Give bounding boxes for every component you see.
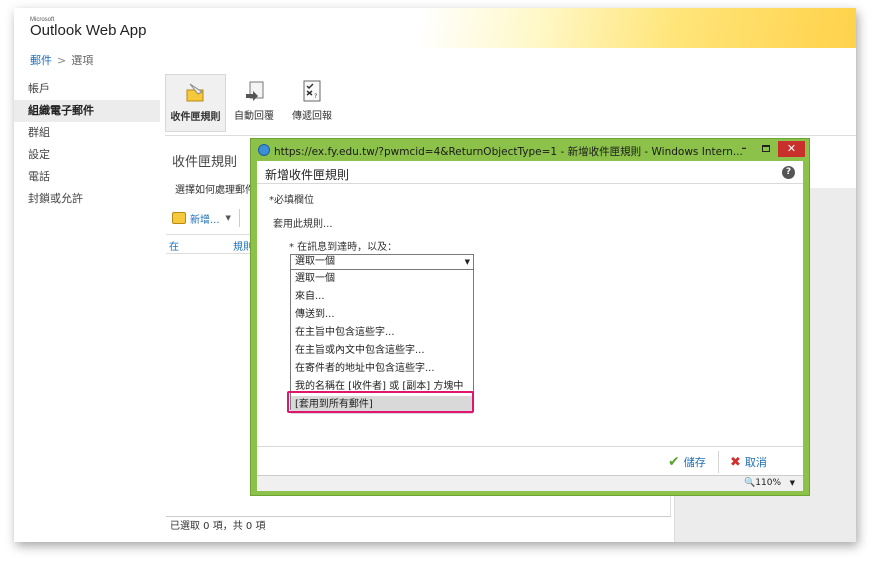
inbox-rules-label: 收件匣規則 xyxy=(170,112,221,123)
dropdown-option[interactable]: 在主旨中包含這些字... xyxy=(291,324,473,342)
nav-item-phone[interactable]: 電話 xyxy=(14,166,160,188)
maximize-icon xyxy=(762,145,770,152)
breadcrumb-mail-link[interactable]: 郵件 xyxy=(30,54,52,67)
ie-icon xyxy=(258,144,270,156)
help-icon[interactable]: ? xyxy=(782,166,795,179)
svg-text:?: ? xyxy=(314,93,317,100)
dialog-footer-divider xyxy=(257,446,803,447)
dialog-titlebar[interactable]: https://ex.fy.edu.tw/?pwmcid=4&ReturnObj… xyxy=(251,139,809,161)
maximize-button[interactable] xyxy=(757,142,775,156)
dropdown-option[interactable]: 來自... xyxy=(291,288,473,306)
new-rule-button[interactable]: 新增... xyxy=(172,211,220,226)
owa-header: Microsoft Outlook Web App xyxy=(14,8,856,48)
inbox-rules-icon xyxy=(184,80,208,104)
cancel-label: 取消 xyxy=(744,456,767,469)
new-rule-label: 新增... xyxy=(190,214,220,226)
save-label: 儲存 xyxy=(683,456,706,469)
apply-rule-label: 套用此規則... xyxy=(273,219,333,230)
dropdown-option[interactable]: 在主旨或內文中包含這些字... xyxy=(291,342,473,360)
dialog-statusbar: 🔍110% ▼ xyxy=(257,475,803,491)
toolbar-divider xyxy=(238,209,240,227)
cancel-button[interactable]: ✖ 取消 xyxy=(730,454,767,470)
zoom-level[interactable]: 🔍110% xyxy=(744,478,781,488)
nav-item-account[interactable]: 帳戶 xyxy=(14,78,160,100)
delivery-reports-icon: ? xyxy=(300,79,324,103)
delivery-reports-tab[interactable]: ? 傳遞回報 xyxy=(287,74,337,132)
footer-button-divider xyxy=(718,451,719,473)
save-button[interactable]: ✔ 儲存 xyxy=(668,454,706,470)
nav-item-organize-email[interactable]: 組織電子郵件 xyxy=(14,100,160,122)
new-inbox-rule-dialog: https://ex.fy.edu.tw/?pwmcid=4&ReturnObj… xyxy=(250,138,810,496)
chevron-down-icon: ▼ xyxy=(464,258,470,266)
auto-reply-label: 自動回覆 xyxy=(234,111,274,122)
owa-logo: Outlook Web App xyxy=(30,22,147,39)
zoom-value: 110% xyxy=(755,478,781,488)
breadcrumb-separator: > xyxy=(57,54,67,67)
dropdown-option[interactable]: 在寄件者的地址中包含這些字... xyxy=(291,360,473,378)
inbox-rules-tab[interactable]: 收件匣規則 xyxy=(165,74,226,132)
zoom-dropdown-icon[interactable]: ▼ xyxy=(790,479,795,487)
auto-reply-tab[interactable]: 自動回覆 xyxy=(231,74,277,132)
condition-dropdown-list: 選取一個 來自... 傳送到... 在主旨中包含這些字... 在主旨或內文中包含… xyxy=(290,270,474,414)
dialog-body: 新增收件匣規則 ? *必填欄位 套用此規則... * 在訊息到達時，以及： 選取… xyxy=(257,161,803,475)
content-title: 收件匣規則 xyxy=(172,155,238,170)
breadcrumb: 郵件 > 選項 xyxy=(30,52,93,68)
left-navigation: 帳戶 組織電子郵件 群組 設定 電話 封鎖或允許 xyxy=(14,78,160,210)
close-x-icon: ✖ xyxy=(730,454,741,470)
auto-reply-icon xyxy=(242,79,266,103)
nav-item-settings[interactable]: 設定 xyxy=(14,144,160,166)
required-fields-note: *必填欄位 xyxy=(269,195,314,206)
dialog-title: 新增收件匣規則 xyxy=(265,168,350,182)
minimize-button[interactable]: – xyxy=(735,142,753,156)
dialog-header-divider xyxy=(257,183,803,184)
nav-item-groups[interactable]: 群組 xyxy=(14,122,160,144)
new-rule-dropdown-caret[interactable]: ▼ xyxy=(226,214,231,222)
selection-status: 已選取 0 項，共 0 項 xyxy=(166,516,671,536)
nav-item-block-or-allow[interactable]: 封鎖或允許 xyxy=(14,188,160,210)
content-description: 選擇如何處理郵件 xyxy=(175,185,255,196)
ribbon: 收件匣規則 自動回覆 ? 傳遞回報 xyxy=(165,72,856,136)
dropdown-option[interactable]: 傳送到... xyxy=(291,306,473,324)
checkmark-icon: ✔ xyxy=(668,454,680,470)
new-rule-icon xyxy=(172,212,186,224)
dropdown-option[interactable]: 選取一個 xyxy=(291,270,473,288)
breadcrumb-current: 選項 xyxy=(71,54,94,67)
condition-select-value: 選取一個 xyxy=(295,256,335,267)
close-button[interactable]: ✕ xyxy=(778,141,805,157)
condition-label: * 在訊息到達時，以及： xyxy=(289,242,398,253)
column-on[interactable]: 在 xyxy=(169,238,179,253)
delivery-reports-label: 傳遞回報 xyxy=(292,111,332,122)
condition-select[interactable]: 選取一個 ▼ xyxy=(290,254,474,270)
dialog-window-title: https://ex.fy.edu.tw/?pwmcid=4&ReturnObj… xyxy=(274,146,743,158)
highlight-annotation xyxy=(287,391,474,413)
rules-toolbar: 新增... ▼ xyxy=(172,207,240,229)
